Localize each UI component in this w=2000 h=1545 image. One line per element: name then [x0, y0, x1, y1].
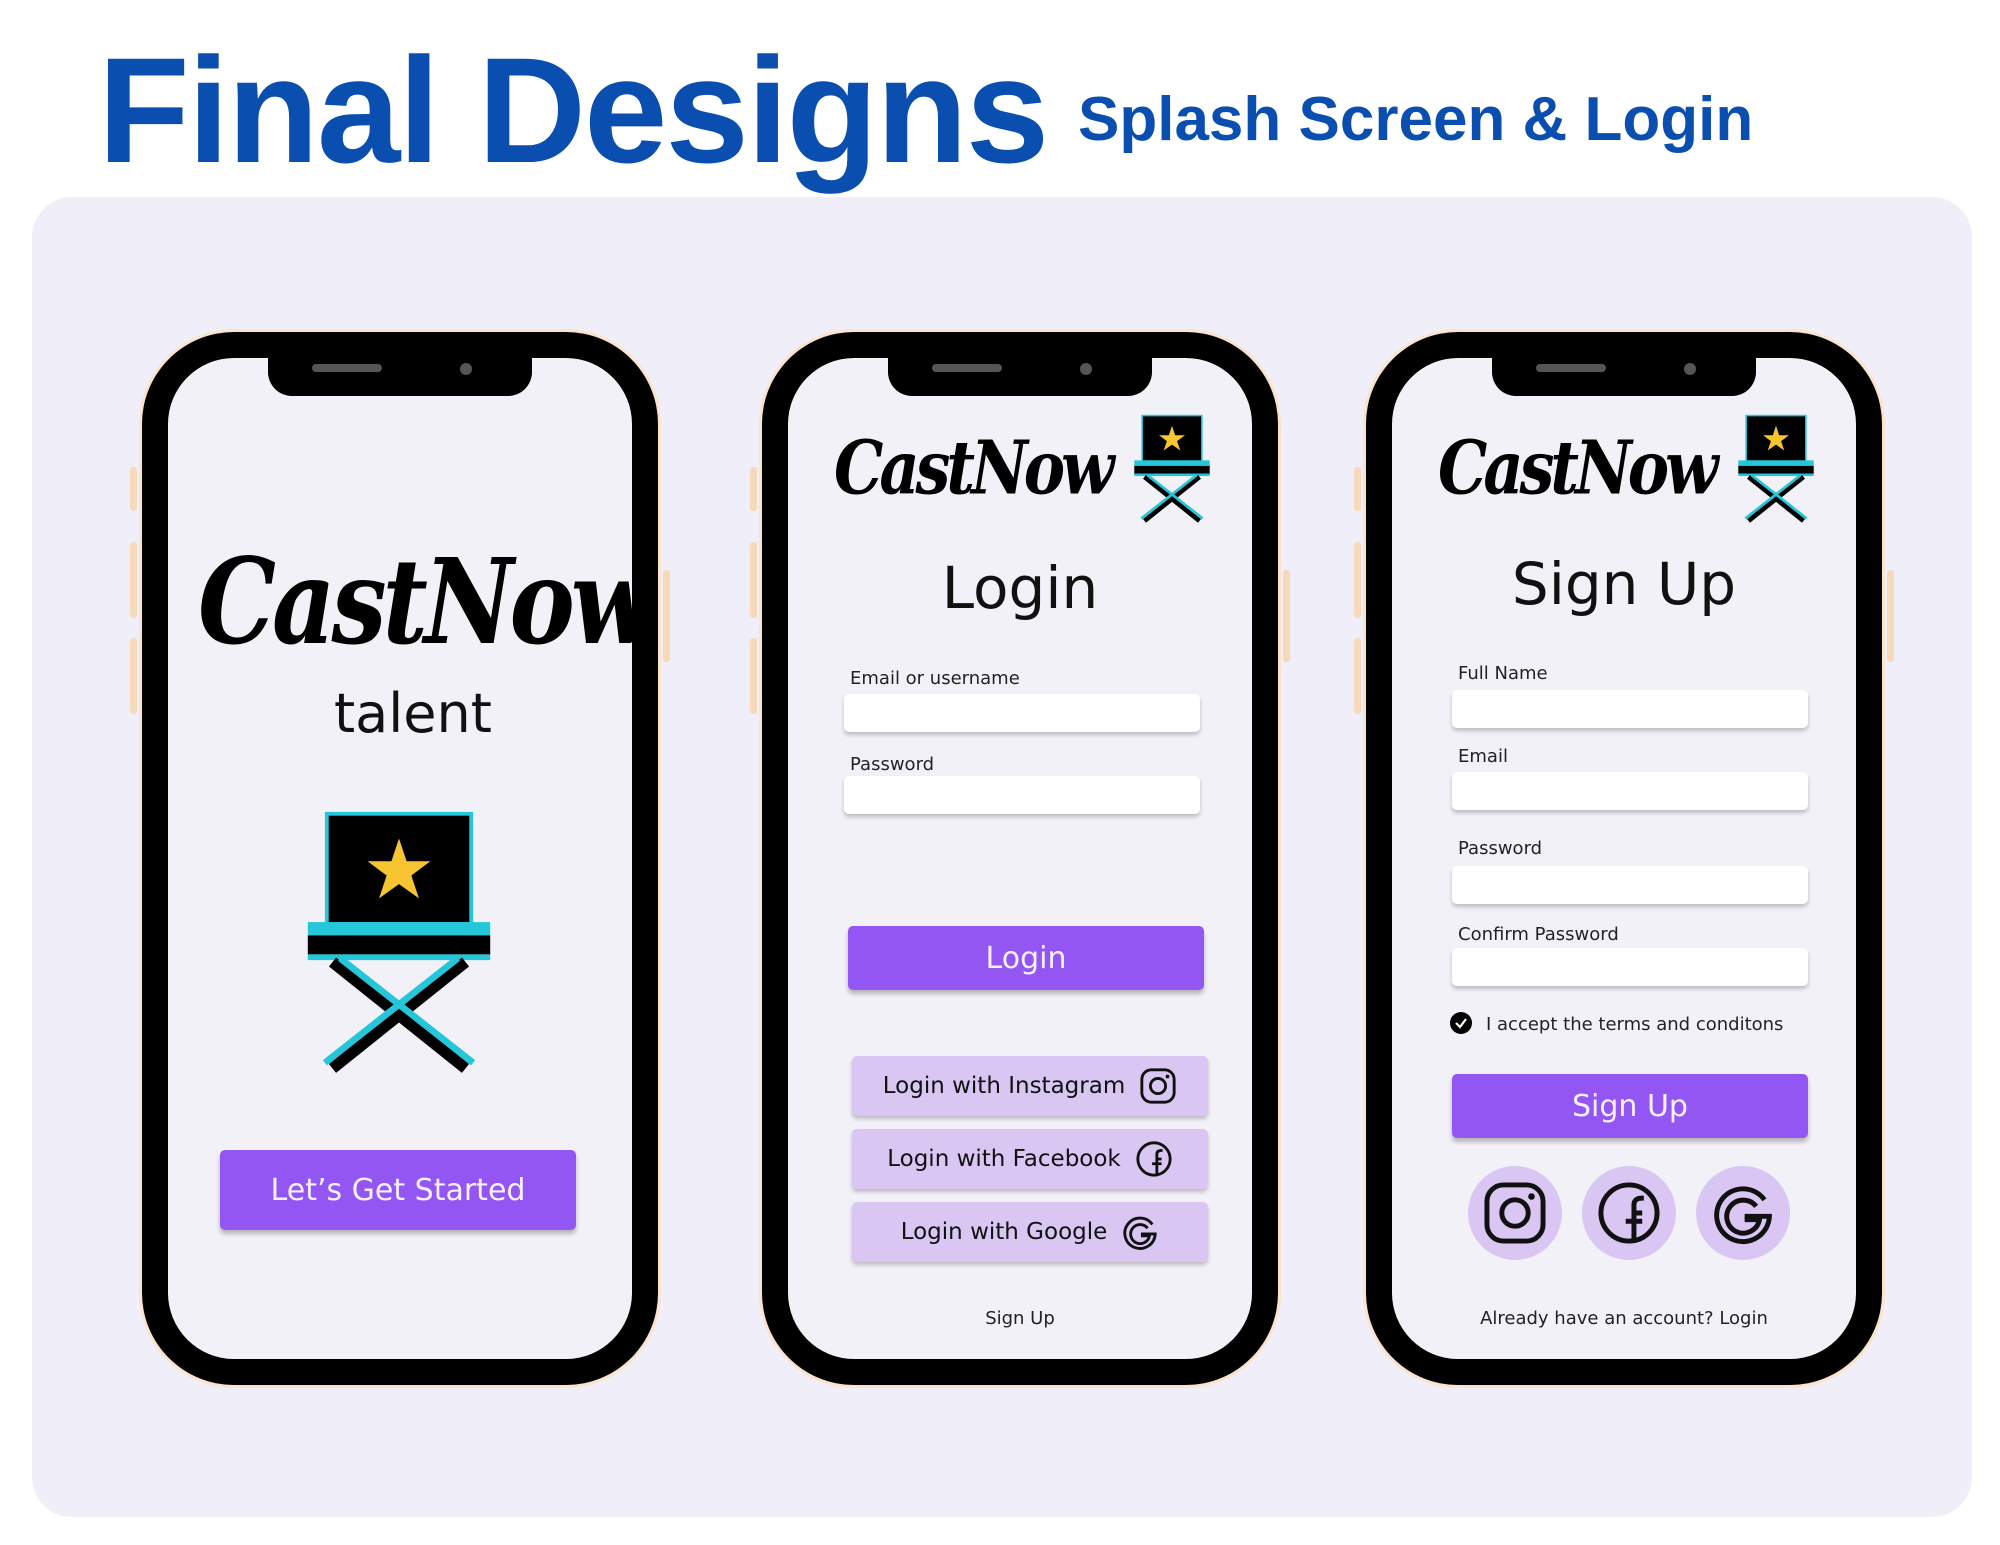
login-phone: CastNow Login Email or username Password… — [750, 332, 1290, 1385]
google-icon — [1121, 1213, 1159, 1251]
terms-label: I accept the terms and conditons — [1486, 1014, 1784, 1035]
login-screen: CastNow Login Email or username Password… — [788, 358, 1252, 1359]
splash-phone: CastNow talent Let’s Get Started — [130, 332, 670, 1385]
camera — [1684, 363, 1696, 375]
google-login-button[interactable]: Login with Google — [852, 1202, 1208, 1262]
checkmark-icon — [1455, 1018, 1467, 1029]
phone-notch — [888, 354, 1152, 396]
side-button — [750, 467, 757, 511]
director-chair-icon — [1736, 414, 1816, 524]
side-button — [130, 638, 137, 714]
instagram-login-button[interactable]: Login with Instagram — [852, 1056, 1208, 1116]
google-login-label: Login with Google — [900, 1219, 1108, 1245]
signup-link[interactable]: Sign Up — [788, 1308, 1252, 1329]
facebook-icon — [1135, 1140, 1173, 1178]
speaker — [312, 364, 382, 372]
signup-phone: CastNow Sign Up Full Name Email Password… — [1354, 332, 1894, 1385]
facebook-login-button[interactable]: Login with Facebook — [852, 1129, 1208, 1189]
facebook-icon — [1596, 1180, 1662, 1246]
instagram-icon — [1482, 1180, 1548, 1246]
fullname-field[interactable] — [1452, 690, 1808, 728]
terms-checkbox[interactable] — [1450, 1012, 1472, 1034]
side-button — [1354, 638, 1361, 714]
app-logo: CastNow — [834, 424, 1114, 512]
email-label: Email or username — [850, 668, 1020, 689]
side-button — [663, 570, 670, 662]
instagram-icon — [1139, 1067, 1177, 1105]
password-label: Password — [850, 754, 935, 775]
side-button — [1354, 467, 1361, 511]
director-chair-icon — [304, 808, 494, 1078]
director-chair-icon — [1132, 414, 1212, 524]
splash-screen: CastNow talent Let’s Get Started — [168, 358, 632, 1359]
screen-heading: Sign Up — [1511, 550, 1737, 618]
camera — [460, 363, 472, 375]
signup-screen: CastNow Sign Up Full Name Email Password… — [1392, 358, 1856, 1359]
signup-button[interactable]: Sign Up — [1452, 1074, 1808, 1138]
instagram-button[interactable] — [1468, 1166, 1562, 1260]
password-label: Password — [1458, 838, 1543, 859]
side-button — [750, 638, 757, 714]
confirm-password-field[interactable] — [1452, 948, 1808, 986]
confirm-password-label: Confirm Password — [1458, 924, 1619, 945]
login-button[interactable]: Login — [848, 926, 1204, 990]
side-button — [130, 542, 137, 618]
speaker — [932, 364, 1002, 372]
phone-notch — [1492, 354, 1756, 396]
google-icon — [1710, 1180, 1776, 1246]
email-field[interactable] — [1452, 772, 1808, 810]
phone-notch — [268, 354, 532, 396]
google-button[interactable] — [1696, 1166, 1790, 1260]
password-field[interactable] — [1452, 866, 1808, 904]
email-field[interactable] — [844, 694, 1200, 732]
fullname-label: Full Name — [1458, 663, 1548, 684]
speaker — [1536, 364, 1606, 372]
password-field[interactable] — [844, 776, 1200, 814]
get-started-button[interactable]: Let’s Get Started — [220, 1150, 576, 1230]
side-button — [1887, 570, 1894, 662]
side-button — [1354, 542, 1361, 618]
app-logo: CastNow — [198, 534, 632, 672]
login-link[interactable]: Already have an account? Login — [1392, 1308, 1856, 1329]
facebook-button[interactable] — [1582, 1166, 1676, 1260]
app-logo: CastNow — [1438, 424, 1718, 512]
instagram-login-label: Login with Instagram — [882, 1073, 1126, 1099]
camera — [1080, 363, 1092, 375]
page-subtitle: Splash Screen & Login — [1078, 85, 1754, 154]
side-button — [750, 542, 757, 618]
side-button — [130, 467, 137, 511]
facebook-login-label: Login with Facebook — [887, 1146, 1121, 1172]
side-button — [1283, 570, 1290, 662]
screen-heading: Login — [941, 554, 1099, 622]
tagline: talent — [334, 682, 492, 745]
page-title: Final Designs — [98, 26, 1049, 194]
email-label: Email — [1458, 746, 1508, 767]
